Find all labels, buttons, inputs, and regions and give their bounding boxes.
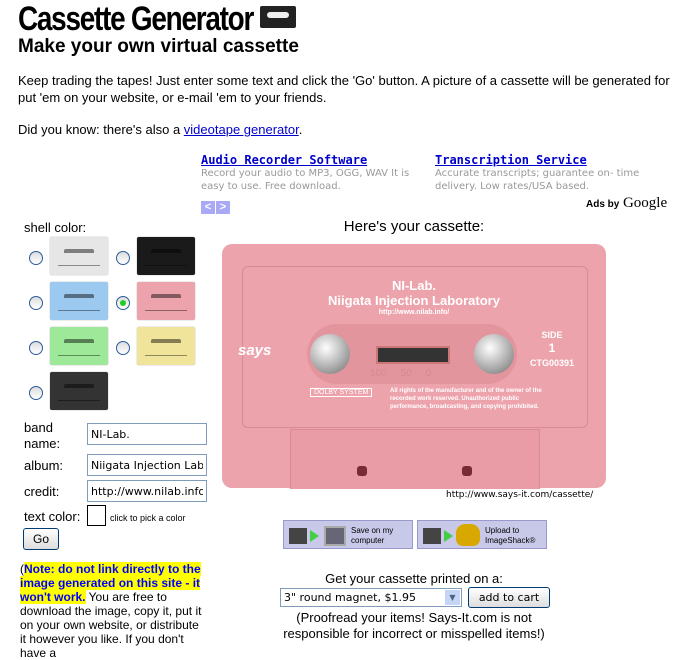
upload-imageshack-button[interactable]: Upload to ImageShack® xyxy=(417,520,547,549)
shell-swatch-green[interactable] xyxy=(50,327,108,365)
shell-swatch-clear-black[interactable] xyxy=(50,372,108,410)
period: . xyxy=(298,122,303,137)
cassette-image: NI-Lab. Niigata Injection Laboratory htt… xyxy=(222,244,606,489)
did-you-know: Did you know: there's also a videotape g… xyxy=(18,121,302,138)
shell-swatch-blue[interactable] xyxy=(50,282,108,320)
floppy-icon xyxy=(423,528,441,544)
ad-description: Record your audio to MP3, OGG, WAV It is… xyxy=(201,168,410,192)
band-name-label: band name: xyxy=(24,420,61,451)
add-to-cart-button[interactable]: add to cart xyxy=(468,587,550,608)
ad-title[interactable]: Audio Recorder Software xyxy=(201,153,433,167)
shell-color-label: shell color: xyxy=(24,220,87,235)
cassette-album: Niigata Injection Laboratory xyxy=(328,293,500,308)
shell-radio-green[interactable] xyxy=(29,341,43,355)
shell-radio-blue[interactable] xyxy=(29,296,43,310)
save-to-computer-button[interactable]: Save on my computer xyxy=(283,520,413,549)
ad-2[interactable]: Transcription Service Accurate transcrip… xyxy=(435,153,667,193)
chevron-down-icon: ▼ xyxy=(445,590,460,605)
reel-icon xyxy=(310,334,350,374)
print-disclaimer: (Proofread your items! Says-It.com is no… xyxy=(283,610,545,641)
text-color-label: text color: xyxy=(24,509,81,524)
shell-radio-black[interactable] xyxy=(116,251,130,265)
album-label: album: xyxy=(24,458,64,473)
says-logo: says xyxy=(238,342,272,359)
ads-next-button[interactable]: > xyxy=(216,201,230,214)
arrow-icon xyxy=(444,530,453,542)
shell-radio-clear-black[interactable] xyxy=(29,386,43,400)
videotape-generator-link[interactable]: videotape generator xyxy=(184,122,299,137)
band-name-input[interactable] xyxy=(87,423,207,445)
frog-icon xyxy=(456,524,480,546)
shell-swatch-yellow[interactable] xyxy=(137,327,195,365)
google-text: Google xyxy=(622,195,668,211)
shell-swatch-white[interactable] xyxy=(50,237,108,275)
shell-swatch-black[interactable] xyxy=(137,237,195,275)
ad-1[interactable]: Audio Recorder Software Record your audi… xyxy=(201,153,433,193)
computer-icon xyxy=(324,526,346,546)
ads-prev-button[interactable]: < xyxy=(201,201,215,214)
site-title: Cassette Generator xyxy=(18,0,254,38)
text-color-hint[interactable]: click to pick a color xyxy=(110,513,186,523)
did-you-know-text: Did you know: there's also a xyxy=(18,122,184,137)
credit-label: credit: xyxy=(24,484,60,499)
ads-by-google[interactable]: Ads by Google xyxy=(586,195,667,212)
floppy-icon xyxy=(289,528,307,544)
intro-line-1: Keep trading the tapes! Just enter some … xyxy=(18,73,670,88)
note: (Note: do not link directly to the image… xyxy=(20,562,202,660)
print-label: Get your cassette printed on a: xyxy=(325,571,503,586)
dolby-badge: DOLBY SYSTEM xyxy=(310,388,373,397)
shell-radio-yellow[interactable] xyxy=(116,341,130,355)
reel-icon xyxy=(474,334,514,374)
cassette-credit: http://www.nilab.info/ xyxy=(378,309,450,316)
shell-radio-white[interactable] xyxy=(29,251,43,265)
image-caption: http://www.says-it.com/cassette/ xyxy=(446,490,594,500)
intro-line-2: put 'em on your website, or e-mail 'em t… xyxy=(18,90,327,105)
ad-title[interactable]: Transcription Service xyxy=(435,153,667,167)
go-button[interactable]: Go xyxy=(23,528,59,550)
credit-input[interactable] xyxy=(87,480,207,502)
ad-description: Accurate transcripts; guarantee on- time… xyxy=(435,168,640,192)
text-color-picker[interactable] xyxy=(87,505,106,526)
cassette-band: NI-Lab. xyxy=(391,278,437,293)
ads-by-text: Ads by xyxy=(586,199,620,210)
print-product-select[interactable]: 3" round magnet, $1.95 ▼ xyxy=(280,588,462,607)
page-subtitle: Make your own virtual cassette xyxy=(18,36,299,57)
album-input[interactable] xyxy=(87,454,207,476)
shell-radio-pink[interactable] xyxy=(116,296,130,310)
preview-heading: Here's your cassette: xyxy=(343,218,485,235)
shell-swatch-pink[interactable] xyxy=(137,282,195,320)
arrow-icon xyxy=(310,530,319,542)
cassette-logo-icon xyxy=(260,6,296,28)
